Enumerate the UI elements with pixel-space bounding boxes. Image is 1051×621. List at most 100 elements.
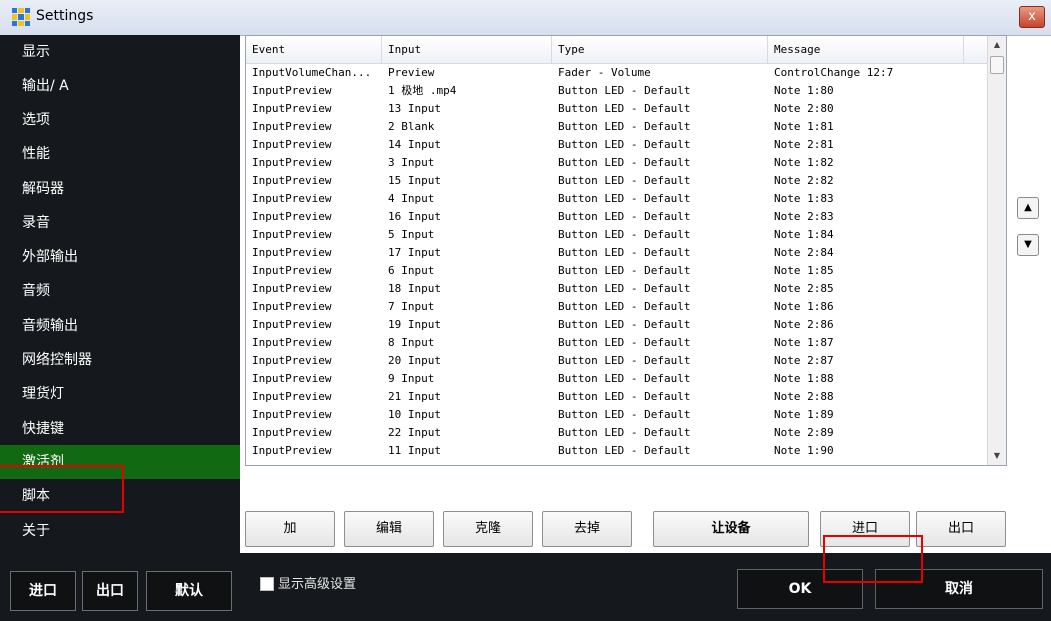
- cell-input: 17 Input: [388, 246, 441, 259]
- table-row[interactable]: InputPreview 13 Input Button LED - Default…: [246, 100, 988, 118]
- sidebar-item[interactable]: 录音: [0, 206, 240, 240]
- cell-type: Button LED - Default: [558, 300, 691, 313]
- cell-type: Button LED - Default: [558, 390, 691, 403]
- table-row[interactable]: InputPreview 8 Input Button LED - Default N…: [246, 334, 988, 352]
- cell-input: 6 Input: [388, 264, 435, 277]
- table-row[interactable]: InputPreview 20 Input Button LED - Default…: [246, 352, 988, 370]
- sidebar-item[interactable]: 音频输出: [0, 309, 240, 343]
- device-button[interactable]: 让设备: [653, 511, 809, 547]
- table-scrollbar[interactable]: ▲ ▼: [987, 36, 1006, 465]
- cell-message: Note 1:90: [774, 444, 834, 457]
- sidebar-item[interactable]: 音频: [0, 274, 240, 308]
- cell-type: Button LED - Default: [558, 408, 691, 421]
- table-row[interactable]: InputPreview 9 Input Button LED - Default N…: [246, 370, 988, 388]
- cell-input: 15 Input: [388, 174, 441, 187]
- table-row[interactable]: InputPreview 4 Input Button LED - Default N…: [246, 190, 988, 208]
- cell-type: Button LED - Default: [558, 264, 691, 277]
- sidebar-item[interactable]: 显示: [0, 35, 240, 69]
- cell-event: InputPreview: [252, 156, 332, 169]
- sidebar-item[interactable]: 关于: [0, 514, 240, 548]
- edit-button[interactable]: 编辑: [344, 511, 434, 547]
- cell-event: InputPreview: [252, 138, 332, 151]
- table-row[interactable]: InputPreview 5 Input Button LED - Default N…: [246, 226, 988, 244]
- cell-type: Button LED - Default: [558, 246, 691, 259]
- column-header-message[interactable]: Message: [768, 36, 964, 63]
- table-row[interactable]: InputPreview 21 Input Button LED - Default…: [246, 388, 988, 406]
- table-row[interactable]: InputPreview 7 Input Button LED - Default N…: [246, 298, 988, 316]
- cell-type: Button LED - Default: [558, 228, 691, 241]
- cell-event: InputPreview: [252, 120, 332, 133]
- cell-message: Note 2:86: [774, 318, 834, 331]
- table-row[interactable]: InputPreview 17 Input Button LED - Default…: [246, 244, 988, 262]
- advanced-settings-label: 显示高级设置: [278, 577, 357, 592]
- cell-message: Note 2:83: [774, 210, 834, 223]
- table-row[interactable]: InputPreview 22 Input Button LED - Default…: [246, 424, 988, 442]
- grid-app-icon: [12, 8, 30, 26]
- cancel-button[interactable]: 取消: [875, 569, 1043, 609]
- table-row[interactable]: InputPreview 11 Input Button LED - Default…: [246, 442, 988, 460]
- move-down-button[interactable]: ▼: [1017, 234, 1039, 256]
- cell-message: Note 1:81: [774, 120, 834, 133]
- default-button[interactable]: 默认: [146, 571, 232, 611]
- table-row[interactable]: InputPreview 10 Input Button LED - Default…: [246, 406, 988, 424]
- cell-input: 16 Input: [388, 210, 441, 223]
- add-button[interactable]: 加: [245, 511, 335, 547]
- sidebar-export-button[interactable]: 出口: [82, 571, 138, 611]
- sidebar-item[interactable]: 理货灯: [0, 377, 240, 411]
- sidebar-item[interactable]: 解码器: [0, 172, 240, 206]
- arrow-down-icon: ▼: [1024, 239, 1032, 250]
- table-row[interactable]: InputVolumeChan... Preview Fader - Volume C…: [246, 64, 988, 82]
- cell-event: InputPreview: [252, 426, 332, 439]
- cell-input: 22 Input: [388, 426, 441, 439]
- cell-message: Note 2:89: [774, 426, 834, 439]
- table-row[interactable]: InputPreview 16 Input Button LED - Default…: [246, 208, 988, 226]
- scroll-thumb[interactable]: [990, 56, 1004, 74]
- column-header-type[interactable]: Type: [552, 36, 768, 63]
- column-header-event[interactable]: Event: [246, 36, 382, 63]
- cell-event: InputPreview: [252, 390, 332, 403]
- sidebar-item[interactable]: 外部输出: [0, 240, 240, 274]
- cell-type: Button LED - Default: [558, 426, 691, 439]
- ok-button[interactable]: OK: [737, 569, 863, 609]
- cell-message: Note 2:88: [774, 390, 834, 403]
- cell-event: InputPreview: [252, 408, 332, 421]
- cell-input: 2 Blank: [388, 120, 435, 133]
- table-row[interactable]: InputPreview 1 极地 .mp4 Button LED - Defaul…: [246, 82, 988, 100]
- scroll-up-icon[interactable]: ▲: [988, 36, 1006, 54]
- sidebar-import-button[interactable]: 进口: [10, 571, 76, 611]
- sidebar: 显示 输出/ A 选项 性能 解码器 录音 外部输出 音频 音频输出 网络控制器 理货灯 快捷键 激活剂…: [0, 35, 240, 621]
- cell-message: ControlChange 12:7: [774, 66, 894, 79]
- cell-event: InputPreview: [252, 372, 332, 385]
- cell-message: Note 2:84: [774, 246, 834, 259]
- table-row[interactable]: InputPreview 6 Input Button LED - Default N…: [246, 262, 988, 280]
- sidebar-item[interactable]: 输出/ A: [0, 69, 240, 103]
- table-row[interactable]: InputPreview 3 Input Button LED - Default N…: [246, 154, 988, 172]
- scroll-down-icon[interactable]: ▼: [988, 447, 1006, 465]
- cell-input: 13 Input: [388, 102, 441, 115]
- cell-input: 5 Input: [388, 228, 435, 241]
- remove-button[interactable]: 去掉: [542, 511, 632, 547]
- cell-type: Button LED - Default: [558, 336, 691, 349]
- sidebar-item[interactable]: 激活剂: [0, 445, 240, 479]
- advanced-settings-checkbox[interactable]: [260, 577, 274, 591]
- sidebar-item[interactable]: 选项: [0, 103, 240, 137]
- table-row[interactable]: InputPreview 18 Input Button LED - Default…: [246, 280, 988, 298]
- sidebar-item[interactable]: 网络控制器: [0, 343, 240, 377]
- cell-event: InputPreview: [252, 282, 332, 295]
- sidebar-item[interactable]: 性能: [0, 137, 240, 171]
- table-row[interactable]: InputPreview 2 Blank Button LED - Default N…: [246, 118, 988, 136]
- sidebar-item[interactable]: 脚本: [0, 479, 240, 513]
- table-row[interactable]: InputPreview 14 Input Button LED - Default…: [246, 136, 988, 154]
- close-icon[interactable]: x: [1019, 6, 1045, 28]
- export-button[interactable]: 出口: [916, 511, 1006, 547]
- sidebar-button-row: 进口 出口 默认: [0, 571, 240, 621]
- table-row[interactable]: InputPreview 15 Input Button LED - Default…: [246, 172, 988, 190]
- column-header-input[interactable]: Input: [382, 36, 552, 63]
- clone-button[interactable]: 克隆: [443, 511, 533, 547]
- move-up-button[interactable]: ▲: [1017, 197, 1039, 219]
- sidebar-item[interactable]: 快捷键: [0, 412, 240, 446]
- cell-event: InputPreview: [252, 192, 332, 205]
- cell-type: Button LED - Default: [558, 84, 691, 97]
- import-button[interactable]: 进口: [820, 511, 910, 547]
- table-row[interactable]: InputPreview 19 Input Button LED - Default…: [246, 316, 988, 334]
